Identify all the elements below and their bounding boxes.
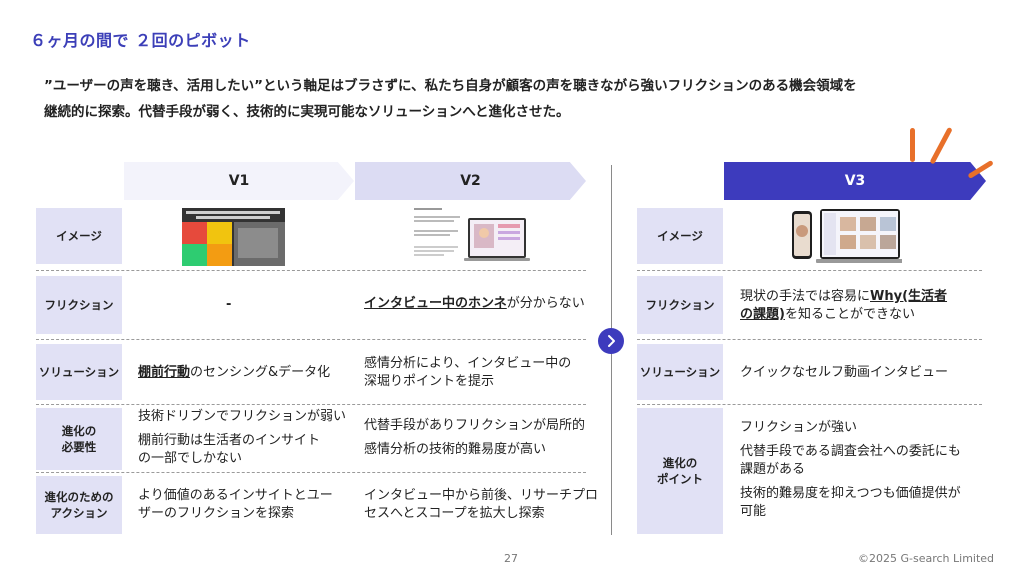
- right-row-label-friction: フリクション: [637, 276, 723, 334]
- v2-necessity: 代替手段がありフリクションが局所的 感情分析の技術的難易度が高い: [364, 418, 586, 457]
- row-divider: [637, 270, 982, 271]
- intro-line-2: 継続的に探索。代替手段が弱く、技術的に実現可能なソリューションへと進化させた。: [44, 104, 570, 120]
- row-label-necessity: 進化の 必要性: [36, 408, 122, 470]
- chevron-right-icon: [598, 328, 624, 354]
- page-number: 27: [504, 552, 518, 565]
- v2-action: インタビュー中から前後、リサーチプロ セスへとスコープを拡大し探索: [364, 488, 599, 521]
- v1-image: [182, 208, 285, 266]
- emphasis-ray-1: [910, 128, 915, 162]
- row-divider: [637, 339, 982, 340]
- v1-friction: -: [226, 297, 232, 312]
- row-divider: [36, 472, 586, 473]
- row-divider: [36, 270, 586, 271]
- v3-solution: クイックなセルフ動画インタビュー: [740, 365, 949, 380]
- column-header-v3: V3: [724, 162, 986, 200]
- v2-image: [412, 206, 530, 268]
- page-title: ６ヶ月の間で ２回のピボット: [30, 31, 251, 50]
- row-label-image: イメージ: [36, 208, 122, 264]
- row-label-solution: ソリューション: [36, 344, 122, 400]
- row-divider: [637, 404, 982, 405]
- row-divider: [36, 339, 586, 340]
- intro-line-1: ”ユーザーの声を聴き、活用したい”という軸足はブラさずに、私たち自身が顧客の声を…: [44, 78, 857, 94]
- row-label-action: 進化のための アクション: [36, 476, 122, 534]
- v1-action: より価値のあるインサイトとユー ザーのフリクションを探索: [138, 488, 333, 521]
- v3-points: フリクションが強い 代替手段である調査会社への委託にも 課題がある 技術的難易度…: [740, 420, 961, 519]
- copyright: ©2025 G-search Limited: [858, 552, 995, 565]
- right-row-label-solution: ソリューション: [637, 344, 723, 400]
- intro-text: ”ユーザーの声を聴き、活用したい”という軸足はブラさずに、私たち自身が顧客の声を…: [44, 73, 944, 125]
- v2-friction: インタビュー中のホンネが分からない: [364, 296, 585, 311]
- row-label-friction: フリクション: [36, 276, 122, 334]
- right-row-label-point: 進化の ポイント: [637, 408, 723, 534]
- column-header-v1: V1: [124, 162, 354, 200]
- v1-necessity: 技術ドリブンでフリクションが弱い 棚前行動は生活者のインサイト の一部でしかない: [138, 409, 347, 466]
- v3-image: [790, 207, 902, 265]
- emphasis-ray-2: [929, 126, 953, 165]
- v3-friction: 現状の手法では容易にWhy(生活者 の課題)を知ることができない: [740, 289, 948, 322]
- right-row-label-image: イメージ: [637, 208, 723, 264]
- v1-solution: 棚前行動のセンシング&データ化: [138, 365, 331, 380]
- v2-solution: 感情分析により、インタビュー中の 深堀りポイントを提示: [364, 356, 572, 389]
- row-divider: [36, 404, 586, 405]
- column-header-v2: V2: [355, 162, 586, 200]
